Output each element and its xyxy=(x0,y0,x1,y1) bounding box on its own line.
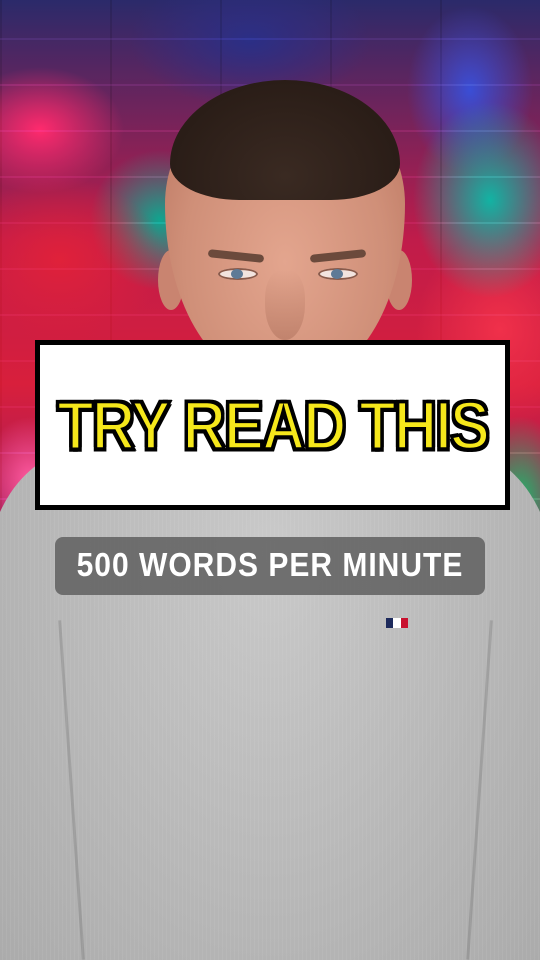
left-eye xyxy=(218,268,258,280)
sweater-texture xyxy=(0,440,540,960)
nose xyxy=(265,270,305,340)
brand-flag-logo-icon xyxy=(386,618,408,628)
right-eye xyxy=(318,268,358,280)
headline-caption: TRY READ THIS xyxy=(56,385,492,465)
subtitle-text: 500 WORDS PER MINUTE xyxy=(76,547,464,584)
grey-sweater xyxy=(0,440,540,960)
caption-box: TRY READ THIS xyxy=(35,340,510,510)
subtitle-pill: 500 WORDS PER MINUTE xyxy=(55,537,485,595)
video-frame: TRY READ THIS 500 WORDS PER MINUTE xyxy=(0,0,540,960)
